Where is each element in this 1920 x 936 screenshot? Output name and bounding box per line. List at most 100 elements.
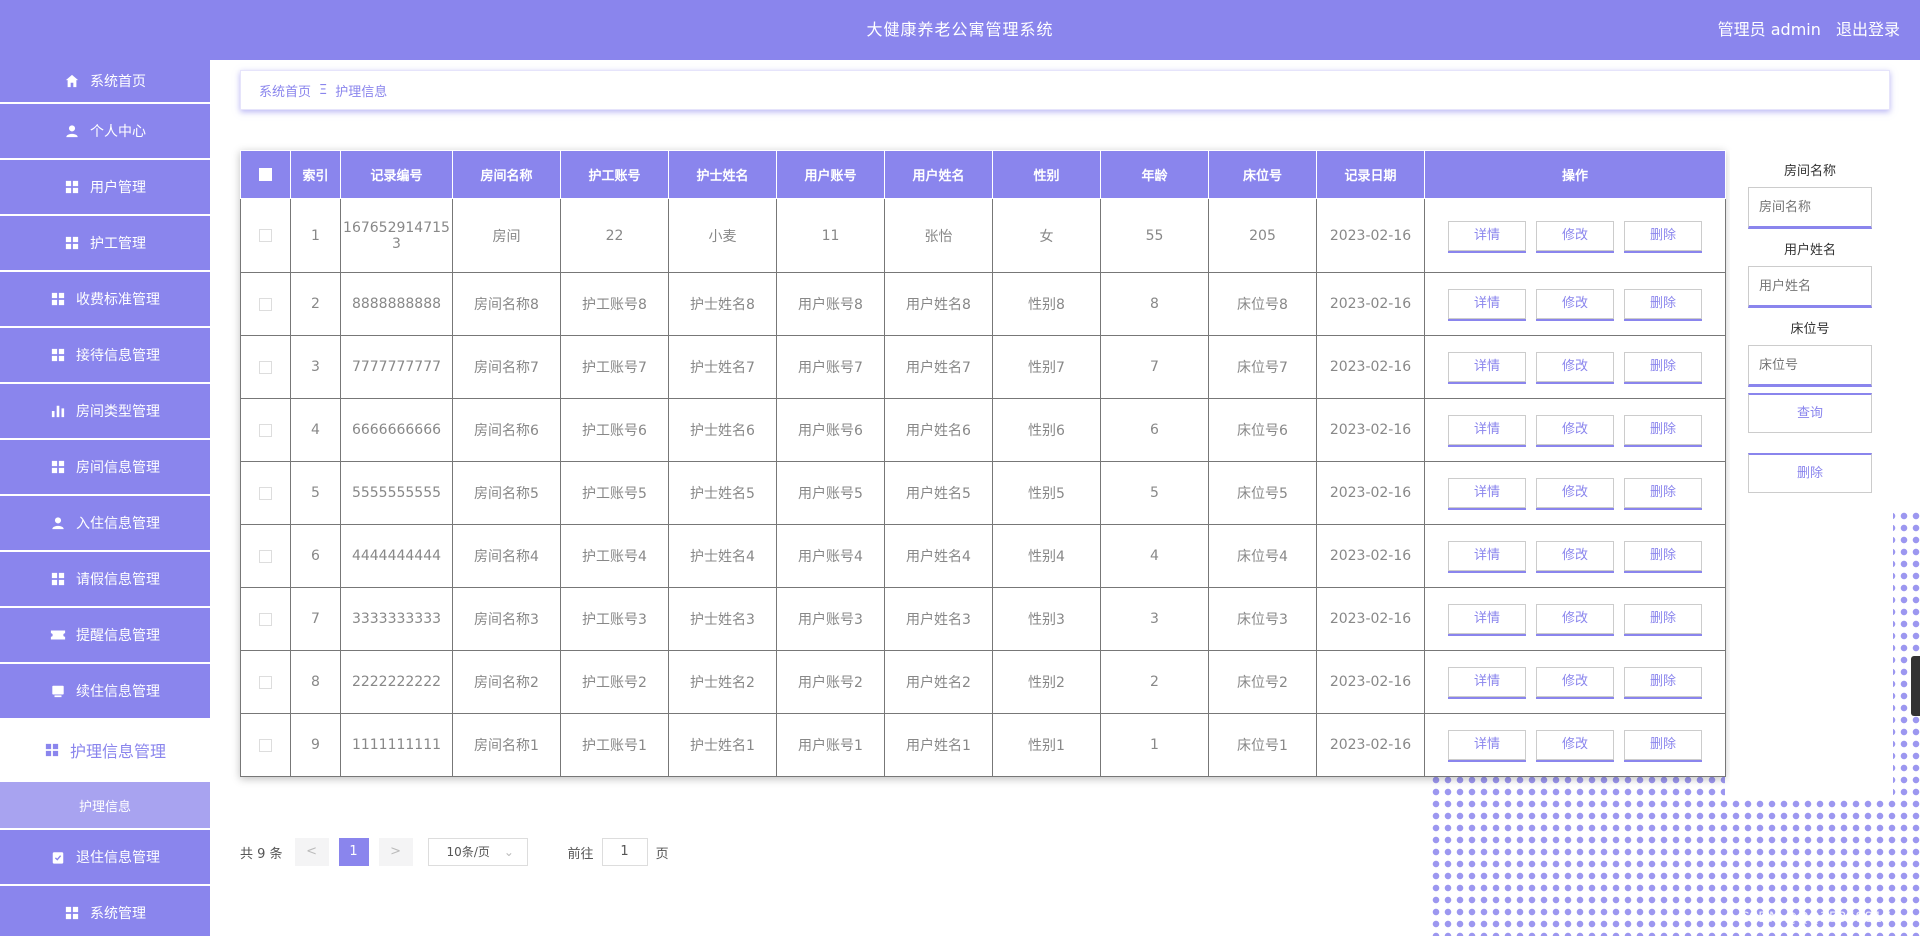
row-checkbox[interactable] [259, 612, 272, 626]
table-cell: 2023-02-16 [1316, 198, 1425, 273]
table-cell: 4444444444 [340, 524, 453, 588]
delete-button[interactable]: 删除 [1624, 541, 1702, 571]
edit-button[interactable]: 修改 [1536, 730, 1614, 760]
query-button[interactable]: 查询 [1748, 393, 1872, 433]
submenu-item-nursing-info[interactable]: 护理信息 [0, 782, 210, 828]
sidebar-item-1[interactable]: 个人中心 [0, 104, 210, 158]
sidebar-item-8[interactable]: 入住信息管理 [0, 496, 210, 550]
table-cell: 2023-02-16 [1316, 398, 1425, 462]
table-cell: 1676529147153 [340, 198, 453, 273]
table-cell: 2023-02-16 [1316, 461, 1425, 525]
detail-button[interactable]: 详情 [1448, 667, 1526, 697]
table-cell: 8 [1100, 272, 1209, 336]
detail-button[interactable]: 详情 [1448, 415, 1526, 445]
table-cell: 6 [290, 524, 341, 588]
select-all-header[interactable] [240, 150, 291, 199]
table-cell: 护工账号4 [560, 524, 669, 588]
sidebar-item-2[interactable]: 用户管理 [0, 160, 210, 214]
row-checkbox[interactable] [259, 549, 272, 563]
delete-button[interactable]: 删除 [1624, 478, 1702, 508]
row-checkbox[interactable] [259, 486, 272, 500]
table-cell: 张怡 [884, 198, 993, 273]
table-cell: 205 [1208, 198, 1317, 273]
table-cell: 护士姓名6 [668, 398, 777, 462]
edit-button[interactable]: 修改 [1536, 220, 1614, 251]
delete-button[interactable]: 删除 [1624, 604, 1702, 634]
table-cell: 6666666666 [340, 398, 453, 462]
detail-button[interactable]: 详情 [1448, 220, 1526, 251]
current-user-label: 管理员 admin [1717, 20, 1821, 39]
room-name-input[interactable] [1748, 187, 1872, 229]
person-icon [64, 123, 80, 139]
row-checkbox[interactable] [259, 229, 272, 242]
sidebar-item-label: 续住信息管理 [76, 684, 160, 700]
sidebar-item-label: 请假信息管理 [76, 572, 160, 588]
detail-button[interactable]: 详情 [1448, 730, 1526, 760]
table-cell: 护士姓名3 [668, 587, 777, 651]
next-page-button[interactable]: > [378, 838, 413, 866]
table-cell: 2023-02-16 [1316, 272, 1425, 336]
detail-button[interactable]: 详情 [1448, 478, 1526, 508]
row-checkbox[interactable] [259, 423, 272, 437]
table-cell: 性别3 [992, 587, 1101, 651]
row-checkbox[interactable] [259, 675, 272, 689]
delete-button[interactable]: 删除 [1624, 289, 1702, 319]
delete-button[interactable]: 删除 [1624, 352, 1702, 382]
edit-button[interactable]: 修改 [1536, 415, 1614, 445]
bed-number-label: 床位号 [1790, 322, 1830, 337]
detail-button[interactable]: 详情 [1448, 541, 1526, 571]
logout-link[interactable]: 退出登录 [1836, 20, 1900, 39]
edit-button[interactable]: 修改 [1536, 541, 1614, 571]
edit-button[interactable]: 修改 [1536, 352, 1614, 382]
detail-button[interactable]: 详情 [1448, 352, 1526, 382]
table-cell: 2023-02-16 [1316, 587, 1425, 651]
breadcrumb-separator: Ξ [319, 82, 328, 98]
sidebar-item-6[interactable]: 房间类型管理 [0, 384, 210, 438]
side-scroll-tab[interactable] [1911, 656, 1920, 716]
row-checkbox[interactable] [259, 360, 272, 374]
breadcrumb-home[interactable]: 系统首页 [259, 81, 311, 100]
sidebar-item-9[interactable]: 请假信息管理 [0, 552, 210, 606]
sidebar-item-10[interactable]: 提醒信息管理 [0, 608, 210, 662]
batch-delete-button[interactable]: 删除 [1748, 453, 1872, 493]
table-cell: 性别2 [992, 650, 1101, 714]
bed-number-input[interactable] [1748, 345, 1872, 387]
delete-button[interactable]: 删除 [1624, 667, 1702, 697]
edit-button[interactable]: 修改 [1536, 667, 1614, 697]
detail-button[interactable]: 详情 [1448, 289, 1526, 319]
table-cell: 用户账号2 [776, 650, 885, 714]
sidebar-item-13[interactable]: 退住信息管理 [0, 830, 210, 884]
table-cell: 1111111111 [340, 713, 453, 777]
sidebar-item-4[interactable]: 收费标准管理 [0, 272, 210, 326]
goto-page-input[interactable]: 1 [601, 838, 648, 866]
delete-button[interactable]: 删除 [1624, 415, 1702, 445]
page-number-button[interactable]: 1 [338, 838, 369, 866]
sidebar-item-7[interactable]: 房间信息管理 [0, 440, 210, 494]
delete-button[interactable]: 删除 [1624, 220, 1702, 251]
select-all-checkbox[interactable] [259, 168, 272, 181]
table-cell: 护士姓名5 [668, 461, 777, 525]
sidebar: 系统首页 个人中心 用户管理 护工管理收费标准管理接待信息管理 房间类型管理 房间信息管理… [0, 60, 210, 936]
user-name-input[interactable] [1748, 266, 1872, 308]
delete-button[interactable]: 删除 [1624, 730, 1702, 760]
sidebar-item-14[interactable]: 系统管理 [0, 886, 210, 936]
row-checkbox[interactable] [259, 297, 272, 311]
sidebar-item-0[interactable]: 系统首页 [0, 60, 210, 102]
sidebar-item-11[interactable]: 续住信息管理 [0, 664, 210, 718]
row-select-cell [240, 524, 291, 588]
page-size-select[interactable]: 10条/页 ⌄ [427, 838, 528, 866]
edit-button[interactable]: 修改 [1536, 478, 1614, 508]
table-cell: 床位号2 [1208, 650, 1317, 714]
box-icon [50, 683, 66, 699]
detail-button[interactable]: 详情 [1448, 604, 1526, 634]
edit-button[interactable]: 修改 [1536, 289, 1614, 319]
sidebar-item-5[interactable]: 接待信息管理 [0, 328, 210, 382]
prev-page-button[interactable]: < [294, 838, 329, 866]
edit-button[interactable]: 修改 [1536, 604, 1614, 634]
table-cell: 床位号5 [1208, 461, 1317, 525]
sidebar-item-12[interactable]: 护理信息管理 [0, 720, 210, 780]
sidebar-item-label: 收费标准管理 [76, 292, 160, 308]
table-cell: 用户账号7 [776, 335, 885, 399]
row-checkbox[interactable] [259, 738, 272, 752]
sidebar-item-3[interactable]: 护工管理 [0, 216, 210, 270]
